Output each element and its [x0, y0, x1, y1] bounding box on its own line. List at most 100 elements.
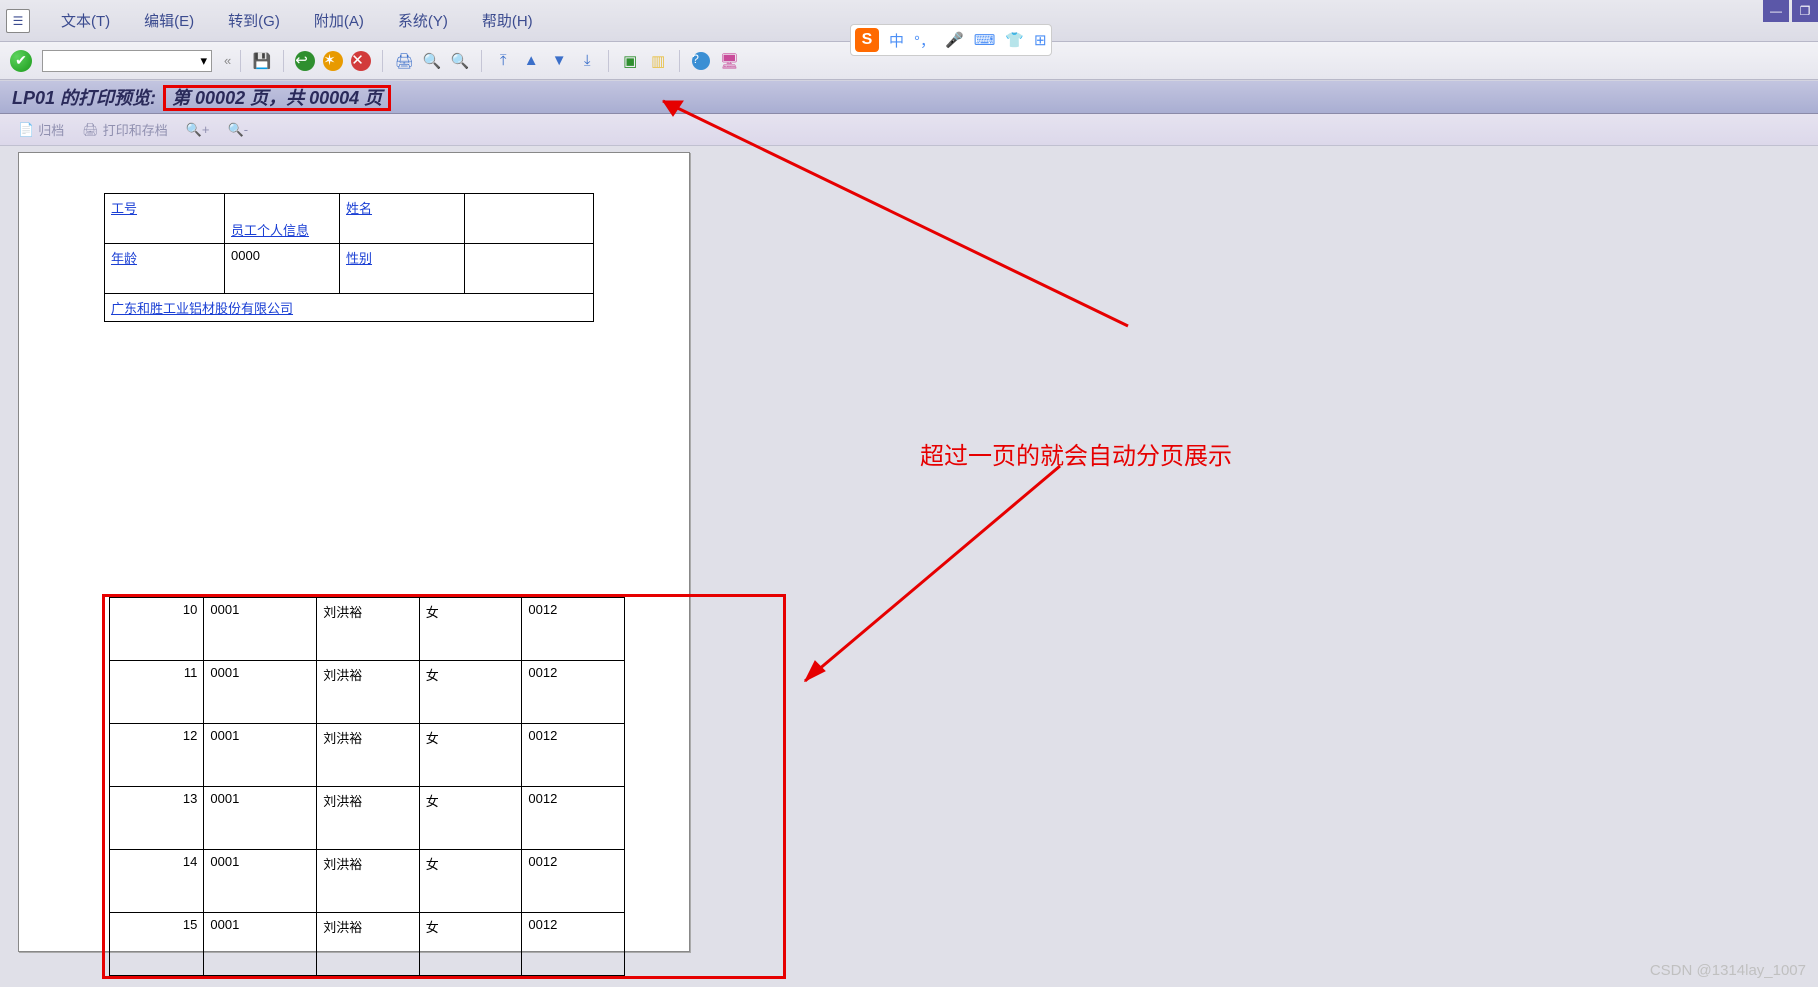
- print-archive-button[interactable]: 🖨打印和存档: [82, 120, 168, 139]
- cell-idx: 15: [110, 913, 204, 976]
- table-row: 100001刘洪裕女0012: [110, 598, 625, 661]
- page-indicator-highlight: 第 00002 页，共 00004 页: [163, 85, 391, 111]
- ok-button[interactable]: ✔: [10, 50, 32, 72]
- cell-name: 刘洪裕: [317, 787, 420, 850]
- cell-code: 0001: [204, 850, 317, 913]
- cell-sex: 女: [419, 724, 522, 787]
- data-highlight-box: 100001刘洪裕女0012110001刘洪裕女0012120001刘洪裕女00…: [102, 594, 786, 979]
- menu-help[interactable]: 帮助(H): [482, 10, 533, 31]
- ime-skin-icon[interactable]: 👕: [1005, 31, 1024, 49]
- menu-edit[interactable]: 编辑(E): [144, 10, 194, 31]
- window-controls: — ❐: [1763, 0, 1818, 22]
- find-next-icon[interactable]: 🔍: [448, 49, 472, 73]
- back-icon[interactable]: ↩: [295, 51, 315, 71]
- page-title: LP01 的打印预览: 第 00002 页，共 00004 页: [12, 84, 391, 110]
- cell-num: 0012: [522, 787, 625, 850]
- ime-grid-icon[interactable]: ⊞: [1034, 31, 1047, 49]
- hdr-sex-label: 性别: [340, 244, 465, 294]
- layout-icon[interactable]: ▥: [646, 49, 670, 73]
- cell-sex: 女: [419, 598, 522, 661]
- cancel-icon[interactable]: ✕: [351, 51, 371, 71]
- local-layout-icon[interactable]: 🖥: [717, 49, 741, 73]
- menu-goto[interactable]: 转到(G): [228, 10, 280, 31]
- hdr-company: 广东和胜工业铝材股份有限公司: [105, 294, 594, 322]
- cell-num: 0012: [522, 724, 625, 787]
- cell-num: 0012: [522, 850, 625, 913]
- cell-name: 刘洪裕: [317, 850, 420, 913]
- menu-text[interactable]: 文本(T): [61, 10, 110, 31]
- cell-code: 0001: [204, 598, 317, 661]
- preview-area: 工号 员工个人信息 姓名 年龄 0000 性别 广东和胜工业铝材股份有限公司 1…: [0, 146, 1818, 987]
- cell-idx: 12: [110, 724, 204, 787]
- menu-system[interactable]: 系统(Y): [398, 10, 448, 31]
- separator: [679, 50, 680, 72]
- ime-punct-icon[interactable]: °，: [914, 30, 935, 51]
- table-row: 150001刘洪裕女0012: [110, 913, 625, 976]
- ime-keyboard-icon[interactable]: ⌨: [974, 31, 996, 49]
- data-table: 100001刘洪裕女0012110001刘洪裕女0012120001刘洪裕女00…: [109, 597, 625, 976]
- hdr-name-label: 姓名: [340, 194, 465, 244]
- cell-name: 刘洪裕: [317, 661, 420, 724]
- dropdown-icon: ▾: [200, 53, 207, 69]
- cell-num: 0012: [522, 913, 625, 976]
- table-row: 130001刘洪裕女0012: [110, 787, 625, 850]
- archive-label: 归档: [38, 120, 64, 139]
- printer-name: LP01: [12, 88, 55, 108]
- table-row: 140001刘洪裕女0012: [110, 850, 625, 913]
- archive-button[interactable]: 📄归档: [18, 120, 64, 139]
- hdr-sex-val: [465, 244, 594, 294]
- cell-num: 0012: [522, 661, 625, 724]
- ime-mic-icon[interactable]: 🎤: [945, 31, 964, 49]
- prev-page-icon[interactable]: ▲: [519, 49, 543, 73]
- exit-icon[interactable]: ✶: [323, 51, 343, 71]
- ime-lang[interactable]: 中: [889, 30, 904, 51]
- last-page-icon[interactable]: ⤓: [575, 49, 599, 73]
- help-icon[interactable]: ?: [692, 52, 710, 70]
- new-session-icon[interactable]: ▣: [618, 49, 642, 73]
- hdr-name-val: [465, 194, 594, 244]
- ime-bar: S 中 °， 🎤 ⌨ 👕 ⊞: [850, 24, 1052, 56]
- cell-idx: 14: [110, 850, 204, 913]
- print-icon[interactable]: 🖨: [392, 49, 416, 73]
- cell-num: 0012: [522, 598, 625, 661]
- ime-logo-icon[interactable]: S: [855, 28, 879, 52]
- cell-name: 刘洪裕: [317, 724, 420, 787]
- restore-button[interactable]: ❐: [1792, 0, 1818, 22]
- page-title-bar: LP01 的打印预览: 第 00002 页，共 00004 页: [0, 80, 1818, 114]
- hdr-age-val: 0000: [225, 244, 340, 294]
- save-icon[interactable]: 💾: [250, 49, 274, 73]
- title-mid: 的打印预览:: [55, 88, 161, 108]
- cell-idx: 11: [110, 661, 204, 724]
- cell-sex: 女: [419, 787, 522, 850]
- menu-attach[interactable]: 附加(A): [314, 10, 364, 31]
- app-logo-icon: ☰: [6, 9, 30, 33]
- table-row: 110001刘洪裕女0012: [110, 661, 625, 724]
- find-icon[interactable]: 🔍: [420, 49, 444, 73]
- table-row: 120001刘洪裕女0012: [110, 724, 625, 787]
- first-page-icon[interactable]: ⤒: [491, 49, 515, 73]
- cell-code: 0001: [204, 913, 317, 976]
- separator: [283, 50, 284, 72]
- command-field[interactable]: ▾: [42, 50, 212, 72]
- header-table: 工号 员工个人信息 姓名 年龄 0000 性别 广东和胜工业铝材股份有限公司: [104, 193, 594, 322]
- cell-sex: 女: [419, 850, 522, 913]
- cell-sex: 女: [419, 661, 522, 724]
- separator: [608, 50, 609, 72]
- zoom-out-icon[interactable]: 🔍-: [228, 122, 249, 138]
- cell-name: 刘洪裕: [317, 913, 420, 976]
- preview-toolbar: 📄归档 🖨打印和存档 🔍+ 🔍-: [0, 114, 1818, 146]
- hdr-info-label: 员工个人信息: [225, 194, 340, 244]
- hdr-age-label: 年龄: [105, 244, 225, 294]
- hdr-empid-label: 工号: [105, 194, 225, 244]
- cell-code: 0001: [204, 724, 317, 787]
- cell-name: 刘洪裕: [317, 598, 420, 661]
- separator: [382, 50, 383, 72]
- chevron-left-icon[interactable]: «: [224, 53, 231, 68]
- cell-code: 0001: [204, 661, 317, 724]
- minimize-button[interactable]: —: [1763, 0, 1789, 22]
- watermark: CSDN @1314lay_1007: [1650, 962, 1806, 979]
- zoom-in-icon[interactable]: 🔍+: [186, 122, 210, 138]
- cell-sex: 女: [419, 913, 522, 976]
- arrow-to-data: [780, 446, 1140, 706]
- next-page-icon[interactable]: ▼: [547, 49, 571, 73]
